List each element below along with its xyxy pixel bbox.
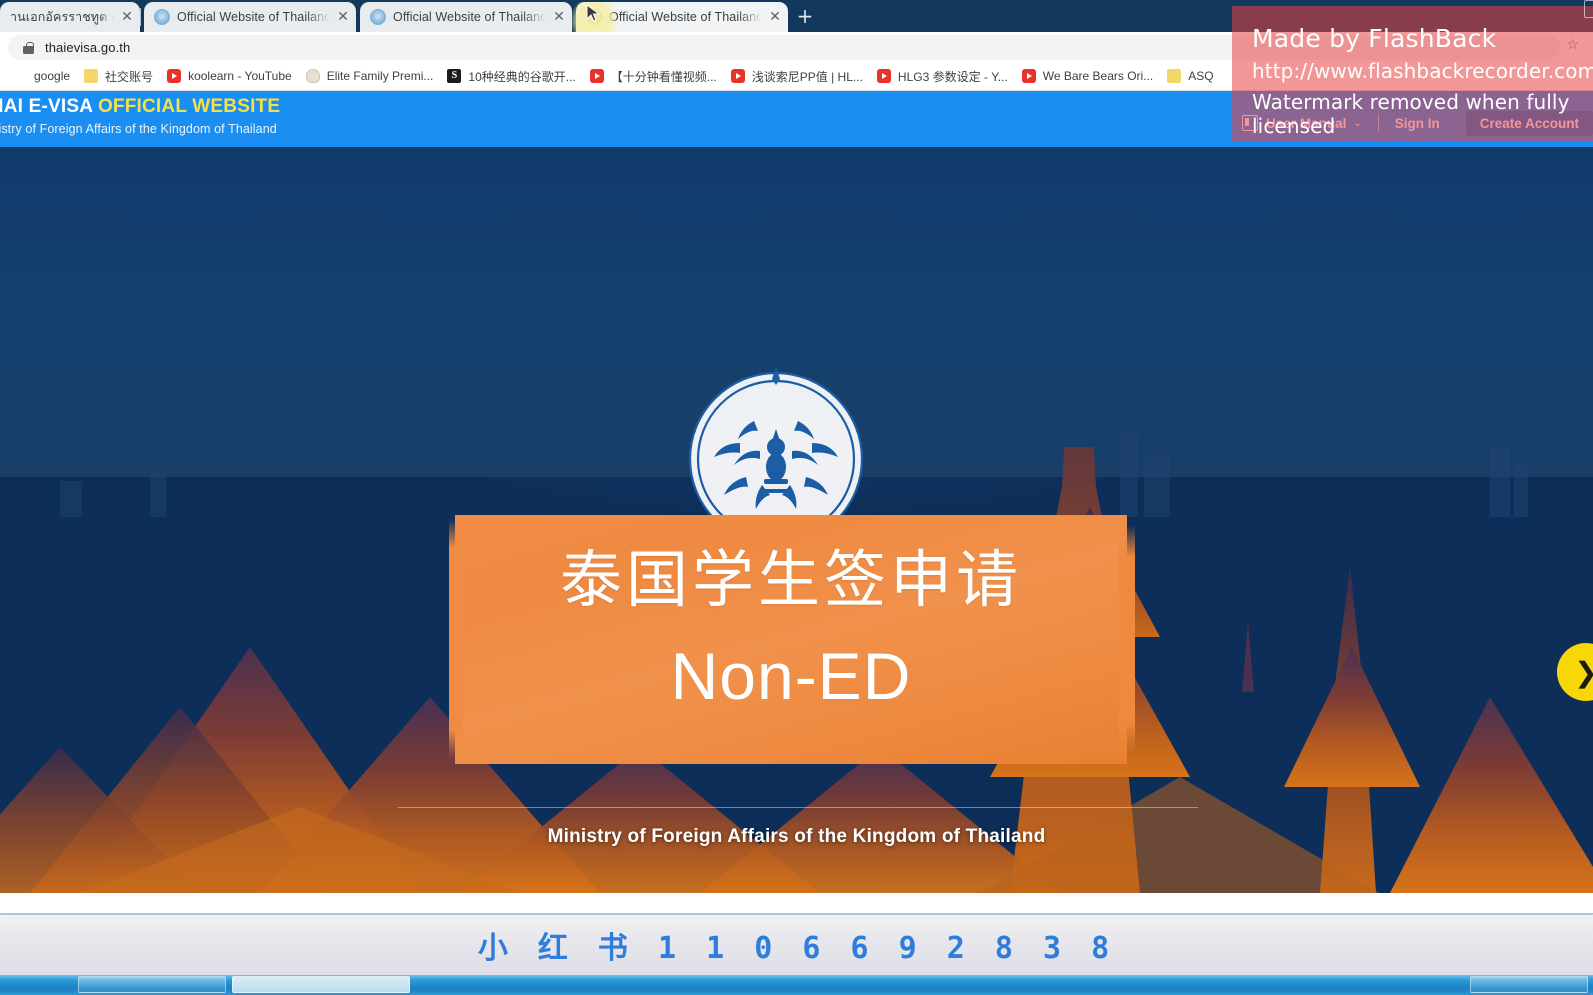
tab-divider: [140, 8, 141, 26]
folder-icon: [1167, 69, 1182, 83]
bookmark-item[interactable]: 浅谈索尼PP值 | HL...: [724, 65, 870, 87]
browser-tab-0[interactable]: านเอกอัครราชทูต ณ กรุงป ✕: [0, 2, 140, 32]
tab-title: Official Website of Thailand E-: [609, 10, 762, 24]
browser-tab-3[interactable]: Official Website of Thailand E- ✕: [576, 2, 788, 32]
site-header: THAI E-VISA OFFICIAL WEBSITE Ministry of…: [0, 91, 1593, 147]
headline-banner: 泰国学生签申请 Non-ED: [449, 515, 1135, 764]
bookmark-label: 社交账号: [105, 69, 154, 84]
bookmark-item[interactable]: 社交账号: [77, 65, 160, 87]
tab-title: Official Website of Thailand E-: [393, 10, 546, 24]
youtube-icon: [589, 69, 604, 83]
site-brand[interactable]: THAI E-VISA OFFICIAL WEBSITE Ministry of…: [0, 96, 280, 136]
tab-close-icon[interactable]: ✕: [334, 8, 352, 26]
screen: านเอกอัครราชทูต ณ กรุงป ✕ Official Websi…: [0, 0, 1593, 995]
bookmark-label: We Bare Bears Ori...: [1042, 69, 1154, 83]
address-bar[interactable]: thaievisa.go.th: [8, 35, 1560, 60]
bookmark-item[interactable]: ASQ: [1160, 65, 1220, 87]
browser-tab-2[interactable]: Official Website of Thailand E- ✕: [360, 2, 572, 32]
brand-title-main: THAI E-VISA: [0, 96, 93, 117]
hero-banner: 泰国学生签申请 Non-ED Ministry of Foreign Affai…: [0, 147, 1593, 893]
bookmark-item[interactable]: We Bare Bears Ori...: [1015, 65, 1160, 87]
headline-banner-subtitle: Non-ED: [670, 639, 912, 713]
desktop-caption-strip: 小 红 书 1 1 0 6 6 9 2 8 3 8: [0, 913, 1593, 975]
nav-user-manual[interactable]: User Manual ⌄: [1226, 115, 1378, 131]
bookmark-label: koolearn - YouTube: [188, 69, 292, 83]
bookmark-item[interactable]: koolearn - YouTube: [160, 65, 299, 87]
nav-create-account[interactable]: Create Account: [1465, 110, 1593, 136]
chevron-down-icon: ⌄: [1353, 117, 1362, 129]
youtube-icon: [1021, 69, 1036, 83]
tab-close-icon[interactable]: ✕: [766, 8, 784, 26]
bookmark-label: Elite Family Premi...: [326, 69, 434, 83]
bookmark-label: 浅谈索尼PP值 | HL...: [751, 69, 863, 84]
browser-tab-1[interactable]: Official Website of Thailand E- ✕: [144, 2, 356, 32]
new-tab-button[interactable]: +: [790, 4, 820, 30]
taskbar-button[interactable]: [78, 976, 226, 993]
bookmark-item[interactable]: 【十分钟看懂视频...: [583, 65, 724, 87]
shield-icon: [305, 69, 320, 83]
brand-title-highlight: OFFICIAL WEBSITE: [97, 96, 281, 117]
folder-icon: [84, 69, 99, 83]
bookmark-label: 10种经典的谷歌开...: [468, 69, 576, 84]
bookmark-label: 【十分钟看懂视频...: [610, 69, 717, 84]
site-favicon-icon: S: [447, 69, 462, 83]
browser-toolbar: thaievisa.go.th ☆: [0, 32, 1593, 62]
bookmark-label: HLG3 参数设定 - Y...: [897, 69, 1008, 84]
nav-user-manual-label: User Manual: [1266, 115, 1347, 131]
tab-title: านเอกอัครราชทูต ณ กรุงป: [10, 10, 114, 24]
taskbar-tray[interactable]: [1470, 976, 1588, 993]
bookmark-item[interactable]: HLG3 参数设定 - Y...: [870, 65, 1015, 87]
address-bar-url: thaievisa.go.th: [45, 40, 131, 55]
tab-close-icon[interactable]: ✕: [118, 8, 136, 26]
bookmark-item[interactable]: Elite Family Premi...: [299, 65, 441, 87]
taskbar-button-active[interactable]: [232, 976, 410, 993]
tab-close-icon[interactable]: ✕: [550, 8, 568, 26]
hero-ministry-line: Ministry of Foreign Affairs of the Kingd…: [547, 826, 1046, 847]
bookmark-star-icon[interactable]: ☆: [1566, 37, 1579, 53]
brand-subtitle: Ministry of Foreign Affairs of the Kingd…: [0, 122, 277, 136]
page-scrollbar[interactable]: [0, 913, 1593, 915]
brand-title: THAI E-VISA OFFICIAL WEBSITE: [0, 96, 280, 118]
bookmark-item[interactable]: S 10种经典的谷歌开...: [440, 65, 582, 87]
browser-tab-strip: านเอกอัครราชทูต ณ กรุงป ✕ Official Websi…: [0, 0, 1593, 44]
tab-title: Official Website of Thailand E-: [177, 10, 330, 24]
hero-divider: [398, 807, 1198, 808]
windows-taskbar: [0, 975, 1593, 995]
youtube-icon: [876, 69, 891, 83]
headline-banner-title: 泰国学生签申请: [559, 543, 1022, 616]
bookmarks-bar: google 社交账号 koolearn - YouTube Elite Fam…: [0, 62, 1593, 91]
web-page: THAI E-VISA OFFICIAL WEBSITE Ministry of…: [0, 91, 1593, 913]
youtube-icon: [730, 69, 745, 83]
manual-book-icon: [1242, 115, 1259, 131]
bookmark-label: ASQ: [1188, 69, 1214, 83]
caption-text: 小 红 书 1 1 0 6 6 9 2 8 3 8: [477, 930, 1116, 966]
bookmark-favicon-icon: [13, 69, 27, 83]
header-nav: User Manual ⌄ Sign In Create Account: [1226, 109, 1593, 137]
lock-icon: [22, 41, 35, 54]
bookmark-item[interactable]: google: [6, 65, 77, 87]
youtube-icon: [167, 69, 182, 83]
bookmark-label: google: [34, 69, 71, 83]
nav-sign-in[interactable]: Sign In: [1379, 116, 1456, 131]
tab-favicon-icon: [154, 9, 170, 25]
tab-favicon-icon: [370, 9, 386, 25]
